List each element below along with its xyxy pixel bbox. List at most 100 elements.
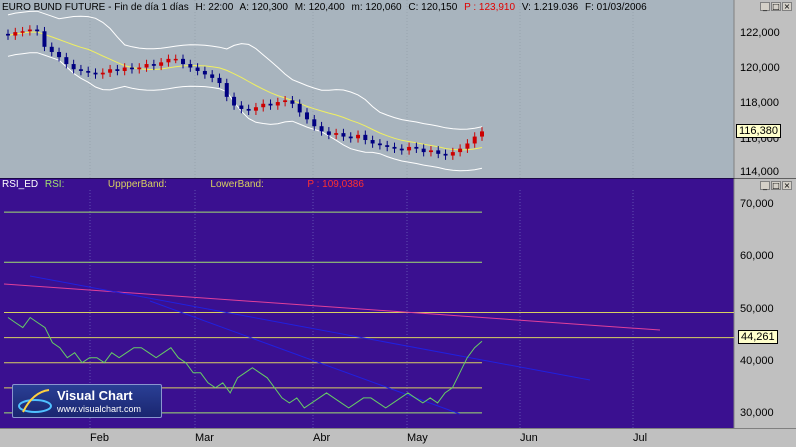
month-tick: Feb [90,432,109,444]
candle-body [297,103,302,113]
candle-body [356,134,361,139]
rsi-p-label: P : 109,0386 [307,179,364,190]
rsi-tick: 40,000 [740,355,774,367]
rsi-tick: 70,000 [740,198,774,210]
candle-body [108,69,113,73]
price-tick: 114,000 [740,166,779,178]
maximize-button[interactable]: □ [771,181,781,190]
candle-body [137,67,142,70]
candle-body [195,67,200,71]
price-tick: 122,000 [740,27,780,39]
p-label: P : 123,910 [464,2,516,13]
volume-label: V: 1.219.036 [521,2,579,13]
price-tick: 118,000 [740,97,779,109]
month-tick: May [407,432,428,444]
candle-body [57,51,62,58]
time-axis: Feb Mar Abr May Jun Jul [0,428,796,447]
candle-body [239,105,244,109]
candle-body [20,31,25,33]
candle-body [414,146,419,149]
candle-body [122,67,127,71]
candle-body [472,136,477,144]
maximize-button[interactable]: □ [771,2,781,11]
month-tick: Jul [633,432,648,444]
candle-body [385,145,390,147]
rsi-name: RSI_ED [2,179,39,190]
rsi-value-label: RSI: [44,179,65,190]
candle-body [370,140,375,144]
close-button[interactable]: × [782,2,792,11]
candle-body [399,148,404,151]
logo-swoosh-icon [18,389,52,413]
high-label: M: 120,400 [294,2,345,13]
candle-body [181,58,186,65]
candle-body [312,119,317,127]
candle-body [129,67,134,70]
candle-body [268,103,273,106]
candle-body [27,29,32,32]
candle-body [49,46,54,52]
candle-body [377,143,382,146]
low-label: m: 120,060 [351,2,402,13]
price-tick: 120,000 [740,62,780,74]
rsi-header: RSI_ED RSI: UppperBand: LowerBand: P : 1… [2,179,368,190]
candle-body [421,148,426,153]
candle-body [304,112,309,120]
logo-title: Visual Chart [57,388,133,403]
date-label: F: 01/03/2006 [584,2,647,13]
visual-chart-logo: Visual Chart www.visualchart.com [12,384,162,418]
candle-body [465,143,470,149]
candle-body [348,136,353,139]
hour-label: H: 22:00 [195,2,234,13]
candle-body [93,72,98,75]
price-chart[interactable] [0,0,796,178]
month-tick: Abr [313,432,331,444]
candle-body [458,148,463,153]
month-tick: Jun [520,432,538,444]
minimize-button[interactable]: _ [760,181,770,190]
candle-body [42,31,47,47]
candle-body [144,64,149,68]
candle-body [78,69,83,71]
candle-body [253,107,258,111]
candle-body [115,69,120,71]
candle-body [6,33,10,36]
symbol-label: EURO BUND FUTURE - Fin de día 1 días [2,2,189,13]
candle-body [159,62,164,66]
price-pane[interactable]: EURO BUND FUTURE - Fin de día 1 días H: … [0,0,796,178]
candle-body [202,70,207,75]
candle-body [166,58,171,63]
price-window-buttons: _ □ × [760,2,792,11]
candle-body [188,64,193,68]
open-label: A: 120,300 [239,2,288,13]
upper-band-label: UppperBand: [107,179,167,190]
rsi-window-buttons: _ □ × [760,181,792,190]
candle-body [450,152,455,156]
candle-body [334,133,339,135]
close-button[interactable]: × [782,181,792,190]
candle-body [326,131,331,135]
minimize-button[interactable]: _ [760,2,770,11]
rsi-tick: 50,000 [740,303,774,315]
rsi-tick: 30,000 [740,407,774,419]
candle-body [436,150,441,154]
candle-body [407,146,412,151]
candle-body [428,150,433,153]
candle-body [64,57,69,65]
candle-body [173,58,178,61]
candle-body [283,100,288,103]
candle-body [13,32,18,36]
rsi-tick: 60,000 [740,250,774,262]
last-price-tag: 116,380 [736,124,781,138]
candle-body [224,83,229,97]
candle-body [151,64,156,66]
logo-url: www.visualchart.com [57,404,142,414]
candle-body [246,108,251,111]
candle-body [392,146,397,149]
candle-body [341,133,346,137]
candle-body [86,70,91,73]
candle-body [217,77,222,84]
candle-body [319,126,324,132]
candle-body [261,103,266,108]
candle-body [210,74,215,78]
